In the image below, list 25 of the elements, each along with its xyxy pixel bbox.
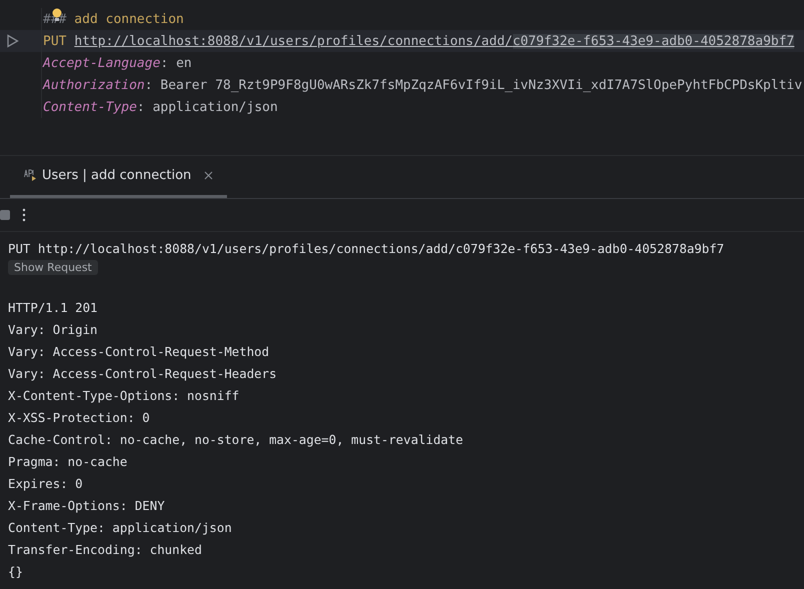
- header-line: Content-Type: application/json: [43, 100, 278, 114]
- header-line: Authorization: Bearer 78_Rzt9P9F8gU0wARsZk7fsMpZqzAF6vIf9iL_ivNz3XVIi_xdI7A7SlOpePyhtFbCPDsKpltiv: [43, 78, 802, 92]
- request-line: PUT http://localhost:8088/v1/users/profiles/connections/add/c079f32e-f653-43e9-adb0-4052878a9bf7: [8, 240, 726, 258]
- response-header-line: Vary: Access-Control-Request-Headers: [8, 364, 278, 383]
- response-header-line: Transfer-Encoding: chunked: [8, 540, 203, 559]
- close-icon[interactable]: [204, 170, 214, 180]
- show-request-button[interactable]: Show Request: [8, 260, 98, 275]
- tab[interactable]: Users | add connection: [10, 156, 228, 198]
- response-header-line: X-XSS-Protection: 0: [8, 408, 151, 427]
- response-header-line: HTTP/1.1 201: [8, 298, 99, 317]
- response-header-line: X-Frame-Options: DENY: [8, 496, 166, 515]
- response-header-line: X-Content-Type-Options: nosniff: [8, 386, 240, 405]
- response-header-line: Vary: Origin: [8, 320, 99, 339]
- stop-icon[interactable]: [0, 208, 10, 221]
- response-header-line: Cache-Control: no-cache, no-store, max-age=0, must-revalidate: [8, 430, 464, 449]
- request-line: PUT http://localhost:8088/v1/users/profiles/connections/add/c079f32e-f653-43e9-adb0-4052878a9bf7: [43, 34, 794, 48]
- response-header-line: Expires: 0: [8, 474, 84, 493]
- api-icon: [24, 169, 37, 182]
- more-icon[interactable]: [22, 208, 26, 222]
- response-body: {}: [8, 562, 24, 581]
- response-header-line: Pragma: no-cache: [8, 452, 128, 471]
- response-header-line: Vary: Access-Control-Request-Method: [8, 342, 270, 361]
- run-icon[interactable]: [6, 34, 19, 48]
- header-line: Accept-Language: en: [43, 56, 192, 70]
- response-header-line: Content-Type: application/json: [8, 518, 233, 537]
